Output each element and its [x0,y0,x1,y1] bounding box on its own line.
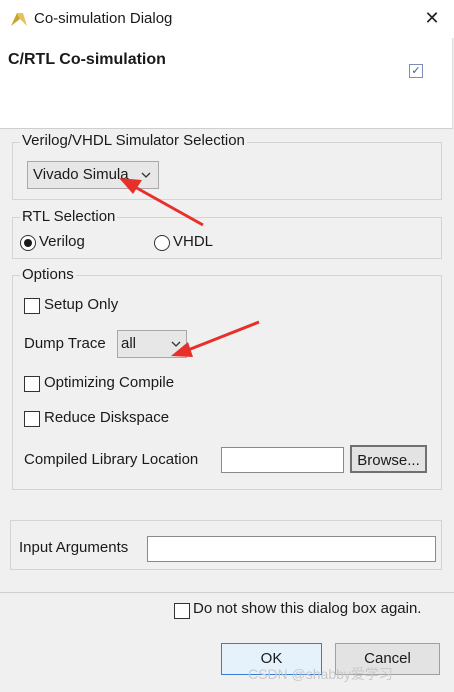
arrow-annotation-dump-trace [171,320,260,357]
arrow-annotation-simulator [119,178,204,227]
annotation-arrows [119,178,260,357]
watermark: CSDN @shabby爱学习 [248,666,393,682]
